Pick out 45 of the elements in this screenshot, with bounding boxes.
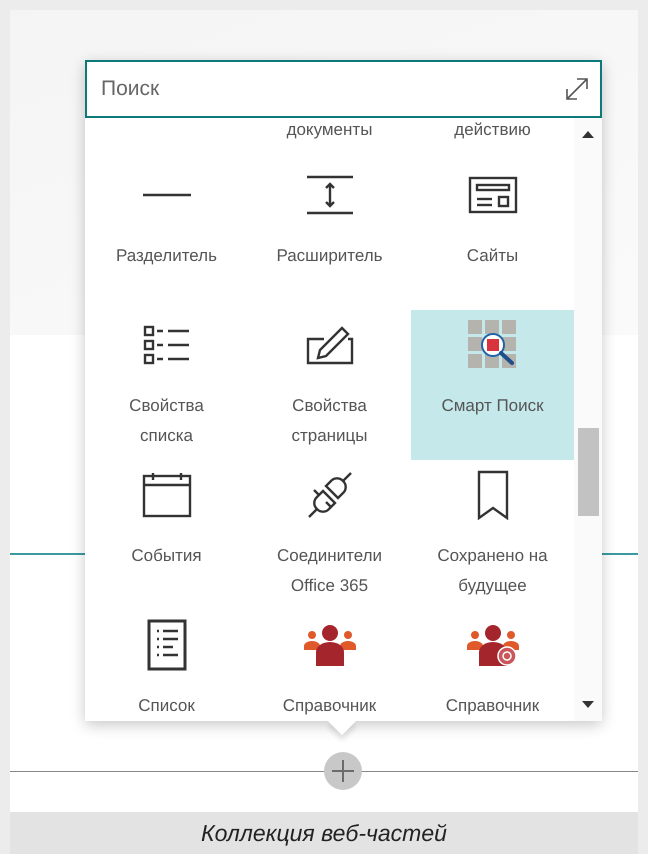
web-part-label: Свойства страницы — [290, 395, 369, 447]
web-part-label: Соединители Office 365 — [276, 545, 383, 597]
web-part-tile[interactable]: Сайты — [411, 160, 574, 310]
web-part-label: действию — [453, 119, 532, 141]
web-part-label: документы — [286, 119, 374, 141]
caption: Коллекция веб-частей — [10, 812, 638, 854]
web-part-label: Справочник — [446, 695, 540, 717]
web-part-tile[interactable]: Свойства страницы — [248, 310, 411, 460]
web-part-label: Справочник — [282, 695, 376, 717]
grid-search-icon — [468, 320, 518, 370]
scroll-up-icon[interactable] — [582, 130, 594, 138]
divider-icon — [142, 193, 190, 197]
web-part-tile[interactable]: Свойства списка — [85, 310, 248, 460]
web-part-label: Смарт Поиск — [441, 395, 544, 417]
web-part-label: Сохранено на будущее — [436, 545, 549, 597]
edit-icon — [306, 325, 354, 365]
web-part-label: Расширитель — [276, 245, 383, 267]
calendar-icon — [142, 472, 192, 518]
scrollbar-thumb[interactable] — [578, 428, 598, 516]
web-part-label: Свойства списка — [128, 395, 205, 447]
plus-icon — [332, 760, 354, 782]
web-part-tile[interactable]: Расширитель — [248, 160, 411, 310]
web-part-tile[interactable]: Справочник — [411, 610, 574, 721]
bookmark-icon — [476, 470, 510, 520]
document-list-icon — [146, 619, 186, 671]
web-part-tile[interactable]: Соединители Office 365 — [248, 460, 411, 610]
web-part-tile[interactable]: Смарт Поиск — [411, 310, 574, 460]
people-icon — [304, 624, 356, 666]
search-field[interactable]: Поиск — [85, 60, 602, 118]
web-part-label: Сайты — [466, 245, 518, 267]
web-part-tile[interactable]: Сохранено на будущее — [411, 460, 574, 610]
web-part-tile[interactable]: Список — [85, 610, 248, 721]
checklist-icon — [142, 323, 190, 367]
people-badge-icon — [466, 624, 518, 666]
spacer-icon — [306, 175, 354, 215]
plug-icon — [306, 471, 352, 519]
layout-icon — [468, 176, 518, 214]
scroll-down-icon[interactable] — [582, 701, 594, 709]
web-part-tile[interactable]: События — [85, 460, 248, 610]
expand-icon[interactable] — [564, 76, 590, 102]
web-part-tile[interactable]: Разделитель — [85, 160, 248, 310]
web-part-label: Список — [138, 695, 195, 717]
web-part-label: События — [131, 545, 202, 567]
web-part-tile[interactable]: Справочник — [248, 610, 411, 721]
web-part-label: Разделитель — [116, 245, 217, 267]
